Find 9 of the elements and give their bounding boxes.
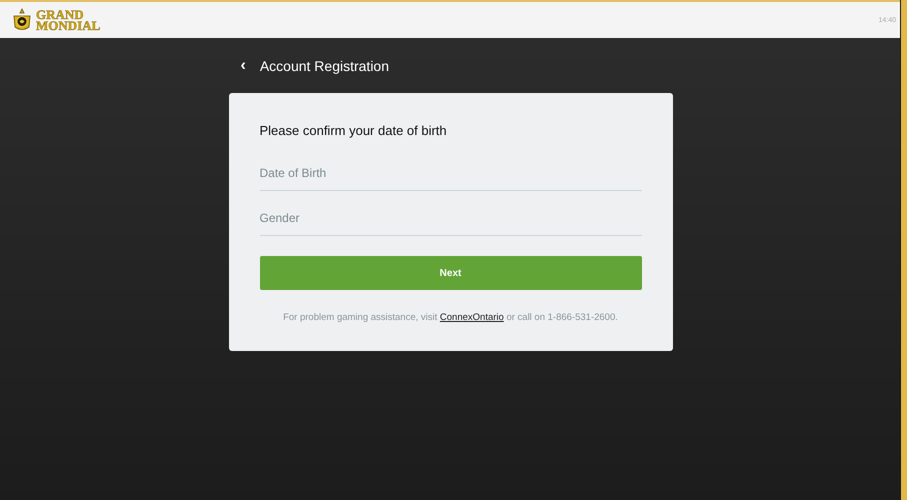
input-field[interactable]: Gender: [260, 203, 642, 236]
page-title: Account Registration: [260, 58, 390, 74]
connex-link[interactable]: ConnexOntario: [440, 312, 504, 323]
help-notice: For problem gaming assistance, visit ConnexOntario or call on 1-866-531-2600.: [282, 312, 619, 323]
back-button[interactable]: ‹: [236, 56, 250, 74]
scrollbar[interactable]: [900, 0, 907, 500]
form-heading: Please confirm your date of birth: [260, 123, 448, 138]
logo-wordmark: GRAND MONDIAL: [36, 9, 100, 31]
input-field[interactable]: Date of Birth: [260, 158, 642, 191]
